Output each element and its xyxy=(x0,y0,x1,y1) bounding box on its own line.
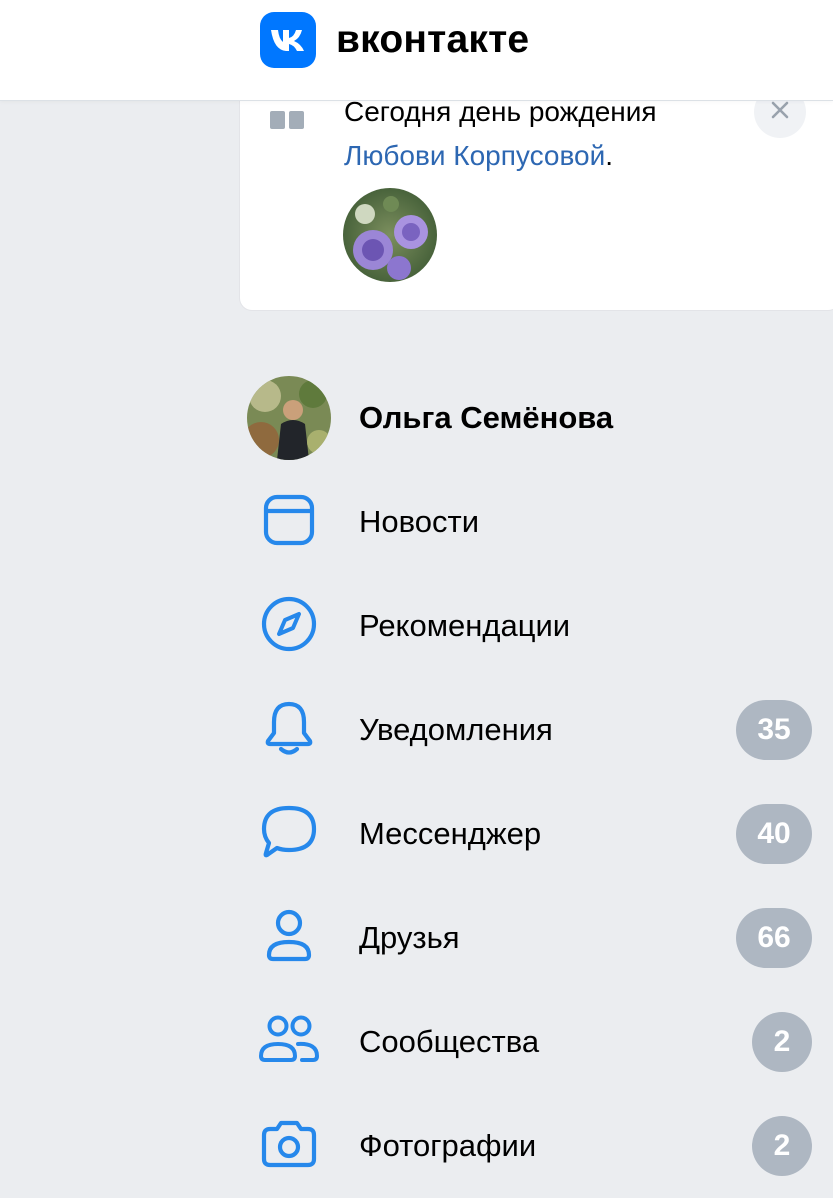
logo-text: вконтакте xyxy=(336,18,530,61)
message-icon xyxy=(260,804,318,865)
vk-logo[interactable]: вконтакте xyxy=(260,12,529,68)
users-icon xyxy=(258,1014,320,1071)
close-icon xyxy=(770,100,790,125)
menu-item-profile[interactable]: Ольга Семёнова xyxy=(246,366,818,470)
bell-icon xyxy=(263,700,315,761)
birthday-person-avatar[interactable] xyxy=(343,188,437,282)
left-menu: Ольга Семёнова Новости Рекомендации Увед… xyxy=(246,366,818,1198)
menu-item-recommendations[interactable]: Рекомендации xyxy=(246,574,818,678)
menu-item-label: Новости xyxy=(359,504,480,539)
newsfeed-icon xyxy=(263,494,315,551)
birthday-line-2: Любови Корпусовой. xyxy=(344,134,657,178)
messenger-count-badge: 40 xyxy=(736,804,812,864)
menu-item-label: Рекомендации xyxy=(359,608,571,643)
notifications-count-badge: 35 xyxy=(736,700,812,760)
friends-count-badge: 66 xyxy=(736,908,812,968)
menu-item-messenger[interactable]: Мессенджер 40 xyxy=(246,782,818,886)
profile-avatar-wrap xyxy=(246,375,332,461)
menu-item-photos[interactable]: Фотографии 2 xyxy=(246,1094,818,1198)
communities-count-badge: 2 xyxy=(752,1012,812,1072)
menu-item-news[interactable]: Новости xyxy=(246,470,818,574)
top-header: вконтакте xyxy=(0,0,833,100)
menu-item-notifications[interactable]: Уведомления 35 xyxy=(246,678,818,782)
avatar xyxy=(247,376,331,460)
birthday-message: Сегодня день рождения Любови Корпусовой. xyxy=(344,90,657,178)
menu-item-communities[interactable]: Сообщества 2 xyxy=(246,990,818,1094)
menu-item-label: Мессенджер xyxy=(359,816,542,851)
vk-logo-icon xyxy=(260,12,316,68)
camera-icon xyxy=(261,1119,317,1174)
birthday-text-suffix: . xyxy=(605,140,614,171)
menu-item-label: Уведомления xyxy=(359,712,553,747)
menu-item-label: Сообщества xyxy=(359,1024,540,1059)
gift-icon xyxy=(270,105,304,136)
photos-count-badge: 2 xyxy=(752,1116,812,1176)
menu-item-label: Друзья xyxy=(359,920,460,955)
menu-item-label: Фотографии xyxy=(359,1128,537,1163)
profile-name: Ольга Семёнова xyxy=(359,400,614,435)
birthday-person-link[interactable]: Любови Корпусовой xyxy=(344,140,605,171)
menu-item-friends[interactable]: Друзья 66 xyxy=(246,886,818,990)
user-icon xyxy=(264,909,314,968)
compass-icon xyxy=(261,596,317,657)
